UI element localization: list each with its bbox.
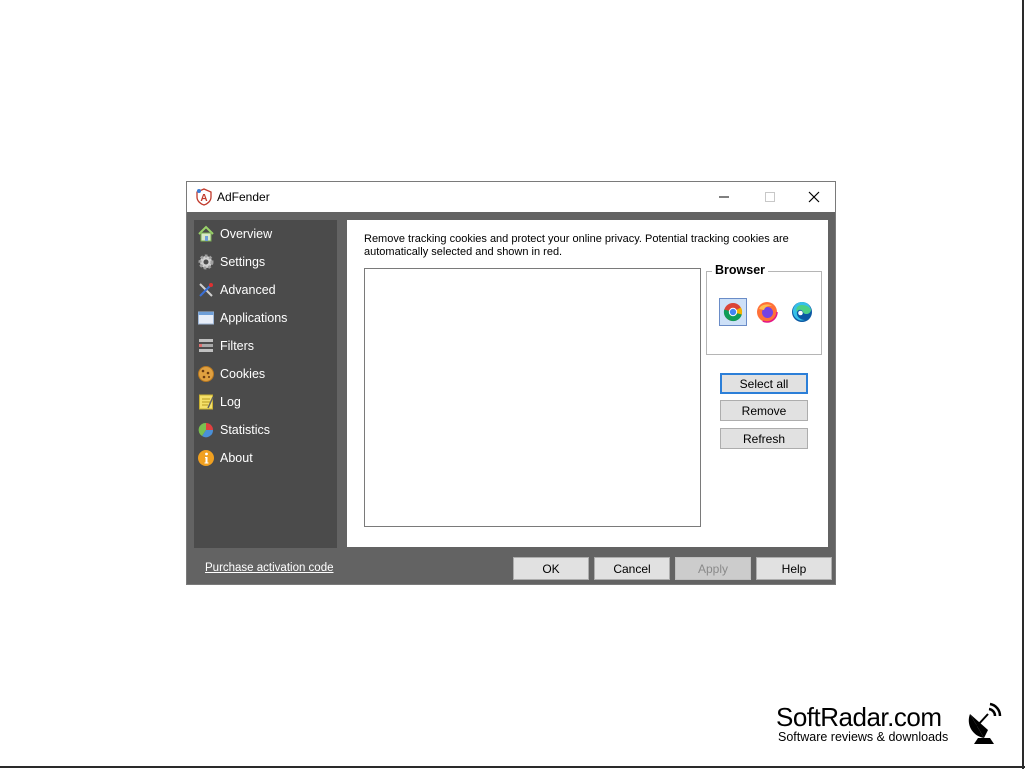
adfender-window: A AdFender Overview Settings Advanced Ap… — [186, 181, 836, 585]
sidebar-item-settings[interactable]: Settings — [194, 250, 337, 274]
sidebar-item-advanced[interactable]: Advanced — [194, 278, 337, 302]
sidebar-item-label: Cookies — [220, 367, 266, 381]
screen-bottom-edge — [0, 766, 1025, 768]
pie-chart-icon — [198, 422, 214, 438]
close-icon — [808, 191, 820, 203]
sidebar-item-applications[interactable]: Applications — [194, 306, 337, 330]
sidebar: Overview Settings Advanced Applications — [194, 220, 337, 548]
radar-dish-icon — [968, 702, 1002, 744]
chrome-icon — [723, 303, 743, 322]
ok-button[interactable]: OK — [513, 557, 589, 580]
sidebar-item-label: Statistics — [220, 423, 271, 437]
firefox-icon — [756, 301, 778, 323]
house-icon — [198, 225, 214, 242]
sidebar-item-label: Overview — [220, 227, 273, 241]
sidebar-item-label: Settings — [220, 255, 266, 269]
browser-group: Browser — [706, 263, 822, 355]
cookie-list[interactable] — [364, 268, 701, 527]
info-icon — [198, 450, 214, 466]
sidebar-item-label: Filters — [220, 339, 255, 353]
maximize-button[interactable] — [747, 182, 793, 212]
apply-button: Apply — [675, 557, 751, 580]
cookies-description: Remove tracking cookies and protect your… — [364, 233, 789, 258]
watermark-title: SoftRadar.com — [776, 702, 942, 732]
notepad-icon — [199, 394, 214, 410]
select-all-button[interactable]: Select all — [720, 373, 808, 394]
sidebar-item-statistics[interactable]: Statistics — [194, 418, 337, 442]
minimize-button[interactable] — [701, 182, 747, 212]
maximize-icon — [765, 192, 775, 202]
close-button[interactable] — [791, 182, 837, 212]
sidebar-item-label: Log — [220, 395, 241, 409]
sidebar-item-about[interactable]: About — [194, 446, 337, 470]
browser-edge-button[interactable] — [788, 298, 816, 326]
cookie-icon — [198, 366, 214, 382]
sidebar-item-label: Advanced — [220, 283, 276, 297]
sidebar-item-overview[interactable]: Overview — [194, 222, 337, 246]
browser-firefox-button[interactable] — [753, 298, 781, 326]
sidebar-item-log[interactable]: Log — [194, 390, 337, 414]
cancel-button[interactable]: Cancel — [594, 557, 670, 580]
watermark-subtitle: Software reviews & downloads — [778, 730, 949, 744]
cookies-panel: Remove tracking cookies and protect your… — [347, 220, 828, 547]
title-bar[interactable]: A AdFender — [187, 182, 835, 212]
remove-button[interactable]: Remove — [720, 400, 808, 421]
window-icon — [198, 311, 214, 325]
sidebar-item-cookies[interactable]: Cookies — [194, 362, 337, 386]
minimize-icon — [719, 196, 729, 198]
browser-chrome-button[interactable] — [719, 298, 747, 326]
refresh-button[interactable]: Refresh — [720, 428, 808, 449]
edge-icon — [792, 301, 812, 322]
svg-text:A: A — [200, 193, 207, 204]
sidebar-item-label: Applications — [220, 311, 288, 325]
sidebar-item-filters[interactable]: Filters — [194, 334, 337, 358]
sidebar-item-label: About — [220, 451, 253, 465]
tools-icon — [199, 283, 213, 297]
gear-icon — [198, 254, 214, 270]
help-button[interactable]: Help — [756, 557, 832, 580]
window-title: AdFender — [217, 190, 270, 204]
purchase-activation-link[interactable]: Purchase activation code — [205, 562, 334, 574]
browser-group-label: Browser — [712, 263, 769, 277]
filter-icon — [199, 339, 213, 352]
adfender-logo-icon: A — [196, 188, 212, 206]
screen-right-edge — [1022, 0, 1024, 769]
